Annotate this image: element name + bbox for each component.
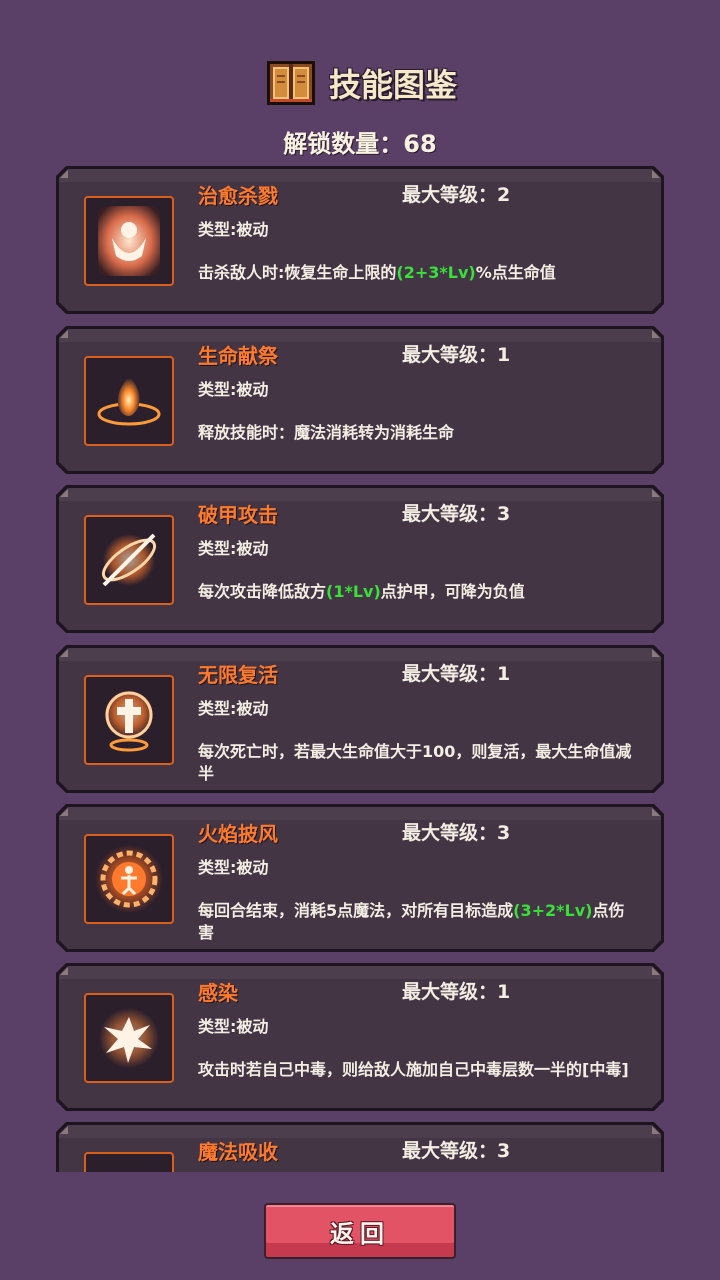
skill-name: 火焰披风 xyxy=(198,822,278,846)
skill-type: 类型:被动 xyxy=(198,220,269,239)
fire-cloak-icon xyxy=(84,834,174,924)
skill-description-text: 每次攻击降低敌方 xyxy=(198,582,327,601)
skill-description-text: 每回合结束，消耗5点魔法，对所有目标造成 xyxy=(198,901,514,920)
skill-description: 释放技能时：魔法消耗转为消耗生命 xyxy=(198,422,632,444)
skill-description: 击杀敌人时:恢复生命上限的(2+3*Lv)%点生命值 xyxy=(198,262,632,284)
skill-description: 每次死亡时，若最大生命值大于100，则复活，最大生命值减半 xyxy=(198,741,632,785)
skill-name: 治愈杀戮 xyxy=(198,184,278,208)
page-header: 技能图鉴 xyxy=(0,50,720,116)
skill-description-text: %点生命值 xyxy=(475,263,556,282)
skill-type: 类型:被动 xyxy=(198,539,269,558)
skill-name: 生命献祭 xyxy=(198,344,278,368)
skill-description-text: 释放技能时：魔法消耗转为消耗生命 xyxy=(198,423,455,442)
skill-max-level: 最大等级：1 xyxy=(402,981,511,1003)
skill-max-level: 最大等级：3 xyxy=(402,503,511,525)
skill-description: 攻击时若自己中毒，则给敌人施加自己中毒层数一半的[中毒] xyxy=(198,1059,632,1081)
skill-description-text: 每次死亡时，若最大生命值大于100，则复活，最大生命值减半 xyxy=(198,742,632,783)
skill-name: 魔法吸收 xyxy=(198,1140,278,1164)
book-icon xyxy=(263,55,319,111)
skill-max-level: 最大等级：1 xyxy=(402,344,511,366)
healing-kill-icon xyxy=(84,196,174,286)
skill-name: 无限复活 xyxy=(198,663,278,687)
skill-description-text: 击杀敌人时:恢复生命上限的 xyxy=(198,263,397,282)
skill-card[interactable]: 感染 最大等级：1 类型:被动攻击时若自己中毒，则给敌人施加自己中毒层数一半的[中毒… xyxy=(56,963,664,1111)
armor-break-icon xyxy=(84,515,174,605)
infection-splash-icon xyxy=(84,993,174,1083)
skill-formula: (2+3*Lv) xyxy=(396,263,476,282)
back-button[interactable]: 返回 xyxy=(264,1203,456,1259)
unlock-count: 解锁数量：68 xyxy=(283,130,437,158)
skill-name: 破甲攻击 xyxy=(198,503,278,527)
page-title: 技能图鉴 xyxy=(328,66,457,104)
flame-sacrifice-icon xyxy=(84,356,174,446)
skill-formula: (1*Lv) xyxy=(326,582,381,601)
skill-card[interactable]: 治愈杀戮 最大等级：2 类型:被动击杀敌人时:恢复生命上限的(2+3*Lv)%点生命… xyxy=(56,166,664,314)
skill-card[interactable]: 无限复活 最大等级：1 类型:被动每次死亡时，若最大生命值大于100，则复活，最大生… xyxy=(56,645,664,793)
skill-type: 类型:被动 xyxy=(198,1017,269,1036)
skill-card[interactable]: 生命献祭 最大等级：1 类型:被动释放技能时：魔法消耗转为消耗生命 xyxy=(56,326,664,474)
skill-card[interactable]: 破甲攻击 最大等级：3 类型:被动每次攻击降低敌方(1*Lv)点护甲，可降为负值 xyxy=(56,485,664,633)
cross-revive-icon xyxy=(84,675,174,765)
skill-formula: (3+2*Lv) xyxy=(513,901,593,920)
skill-list[interactable]: 治愈杀戮 最大等级：2 类型:被动 击杀敌人时:恢复生命上限的(2+3*Lv)%点生命… xyxy=(56,166,664,1172)
skill-card[interactable]: 魔法吸收 最大等级：3 xyxy=(56,1122,664,1172)
skill-description: 每次攻击降低敌方(1*Lv)点护甲，可降为负值 xyxy=(198,581,632,603)
skill-max-level: 最大等级：3 xyxy=(402,822,511,844)
skill-description: 每回合结束，消耗5点魔法，对所有目标造成(3+2*Lv)点伤害 xyxy=(198,900,632,944)
skill-type: 类型:被动 xyxy=(198,699,269,718)
magic-absorb-icon xyxy=(84,1152,174,1172)
skill-type: 类型:被动 xyxy=(198,858,269,877)
skill-max-level: 最大等级：3 xyxy=(402,1140,511,1162)
skill-max-level: 最大等级：2 xyxy=(402,184,511,206)
skill-description-text: 攻击时若自己中毒，则给敌人施加自己中毒层数一半的[中毒] xyxy=(198,1060,629,1079)
skill-name: 感染 xyxy=(198,981,238,1005)
skill-type: 类型:被动 xyxy=(198,380,269,399)
skill-description-text: 点护甲，可降为负值 xyxy=(380,582,525,601)
skill-max-level: 最大等级：1 xyxy=(402,663,511,685)
skill-card[interactable]: 火焰披风 最大等级：3 类型:被动每回合结束，消耗5点魔法，对所有目标造成(3+2*… xyxy=(56,804,664,952)
